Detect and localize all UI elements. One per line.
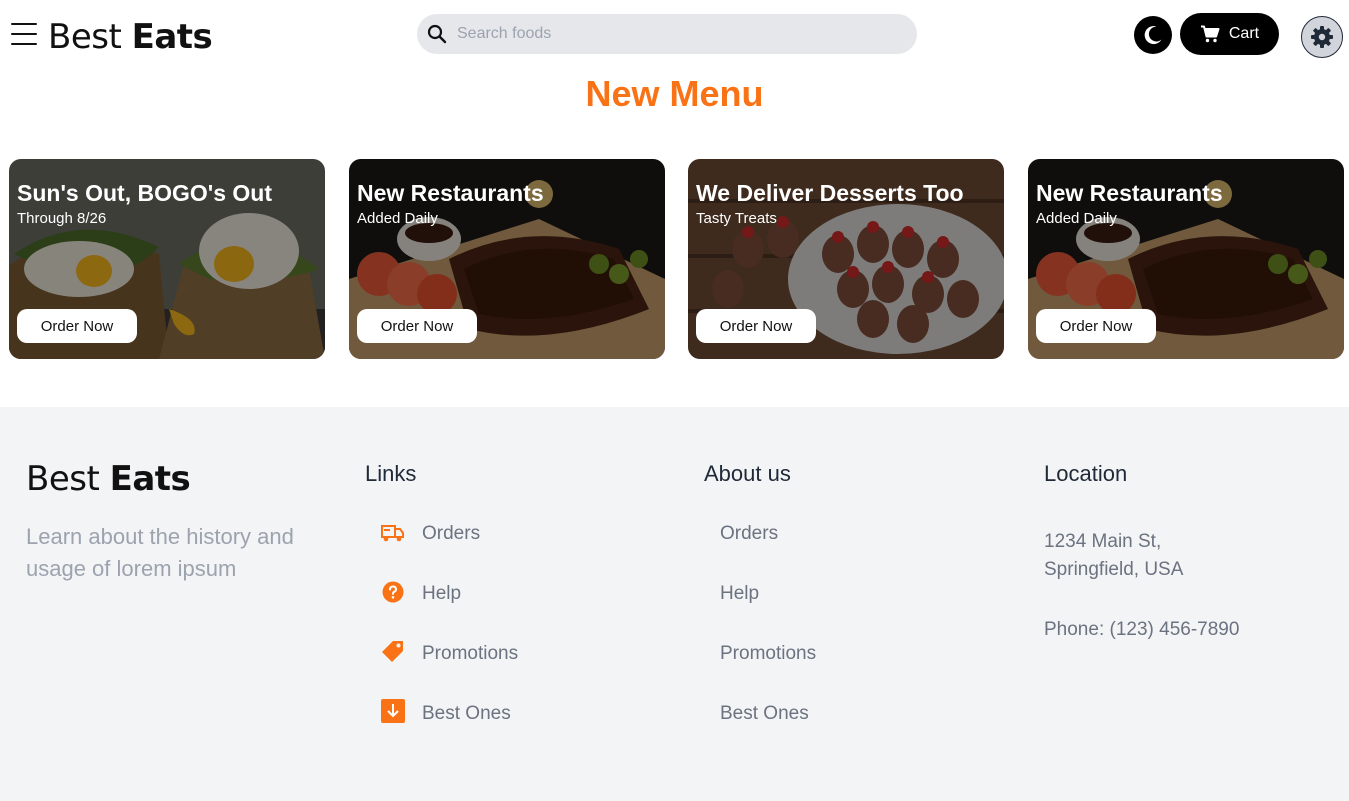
question-circle-icon (381, 580, 405, 604)
card-subtitle: Added Daily (1036, 210, 1117, 227)
cart-label: Cart (1228, 25, 1260, 42)
search-input[interactable] (457, 14, 897, 54)
promo-card: We Deliver Desserts Too Tasty Treats Ord… (688, 159, 1004, 359)
order-now-button[interactable]: Order Now (1036, 309, 1156, 343)
about-link-orders[interactable]: Orders (720, 522, 778, 546)
promo-card: New Restaurants Added Daily Order Now (349, 159, 665, 359)
download-box-icon (381, 699, 405, 723)
gear-icon (1311, 26, 1333, 48)
site-footer: Best Eats Learn about the history and us… (0, 407, 1349, 801)
footer-link-promotions[interactable]: Promotions (422, 642, 518, 666)
card-title: New Restaurants (1036, 180, 1223, 206)
cart-icon (1200, 25, 1220, 43)
settings-button[interactable] (1301, 16, 1343, 58)
footer-logo-best: Best (26, 459, 100, 499)
dark-mode-toggle[interactable] (1134, 16, 1172, 54)
footer-link-orders[interactable]: Orders (422, 522, 480, 546)
footer-logo[interactable]: Best Eats (26, 457, 191, 501)
search-icon (427, 24, 447, 44)
truck-icon (381, 521, 405, 545)
section-title: New Menu (585, 73, 764, 114)
address-line-1: 1234 Main St, (1044, 531, 1162, 552)
card-subtitle: Through 8/26 (17, 210, 107, 227)
top-navbar: Best Eats Cart (0, 0, 1349, 70)
location-heading: Location (1044, 461, 1128, 486)
promo-card: Sun's Out, BOGO's Out Through 8/26 Order… (9, 159, 325, 359)
card-title: We Deliver Desserts Too (696, 180, 964, 206)
about-link-promotions[interactable]: Promotions (720, 642, 816, 666)
card-subtitle: Added Daily (357, 210, 438, 227)
logo-text-best: Best (48, 17, 122, 57)
footer-description: Learn about the history and usage of lor… (26, 524, 294, 581)
footer-link-help[interactable]: Help (422, 582, 461, 606)
card-subtitle: Tasty Treats (696, 210, 777, 227)
order-now-button[interactable]: Order Now (17, 309, 137, 343)
footer-link-best-ones[interactable]: Best Ones (422, 702, 511, 726)
hamburger-menu-icon[interactable] (11, 22, 37, 46)
address-line-2: Springfield, USA (1044, 559, 1184, 580)
card-title: Sun's Out, BOGO's Out (17, 180, 272, 206)
about-link-help[interactable]: Help (720, 582, 759, 606)
about-heading: About us (704, 461, 791, 486)
links-heading: Links (365, 461, 417, 486)
tag-icon (381, 640, 405, 664)
phone-number: Phone: (123) 456-7890 (1044, 619, 1240, 640)
about-link-best-ones[interactable]: Best Ones (720, 702, 809, 726)
promo-cards: Sun's Out, BOGO's Out Through 8/26 Order… (9, 159, 1344, 359)
order-now-button[interactable]: Order Now (357, 309, 477, 343)
moon-icon (1144, 26, 1162, 45)
order-now-button[interactable]: Order Now (696, 309, 816, 343)
search-bar (417, 14, 917, 54)
cart-button[interactable]: Cart (1180, 13, 1279, 55)
footer-logo-eats: Eats (109, 459, 191, 499)
promo-card: New Restaurants Added Daily Order Now (1028, 159, 1344, 359)
site-logo[interactable]: Best Eats (48, 15, 213, 59)
card-title: New Restaurants (357, 180, 544, 206)
logo-text-eats: Eats (131, 17, 213, 57)
